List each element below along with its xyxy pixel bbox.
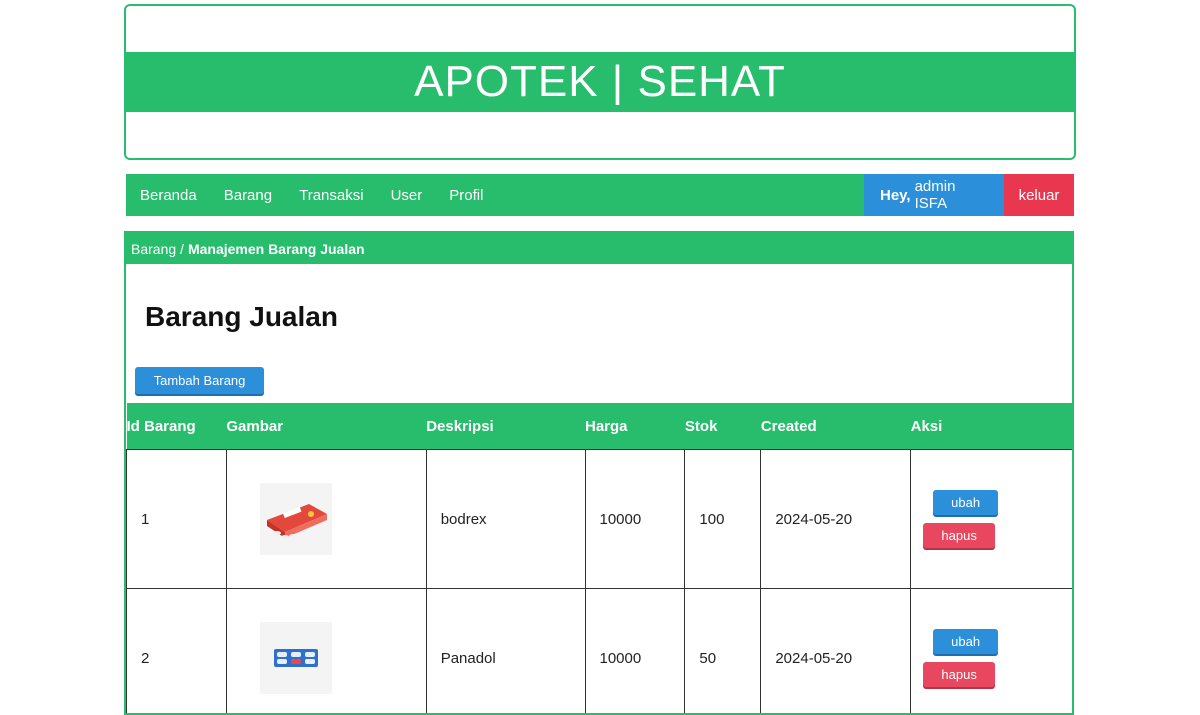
- nav-menu: Beranda Barang Transaksi User Profil: [126, 174, 864, 216]
- header-stok: Stok: [685, 403, 761, 450]
- cell-harga: 10000: [585, 589, 685, 715]
- header-band: APOTEK | SEHAT: [126, 52, 1074, 112]
- logout-button[interactable]: keluar: [1004, 174, 1074, 216]
- nav-item-user[interactable]: User: [391, 187, 423, 204]
- table-row: 2 Panadol 100: [127, 589, 1074, 715]
- header-id: Id Barang: [127, 403, 227, 450]
- edit-button[interactable]: ubah: [933, 629, 998, 654]
- product-image-bodrex: [260, 483, 332, 555]
- user-greeting: Hey, admin ISFA: [864, 174, 1004, 216]
- items-table: Id Barang Gambar Deskripsi Harga Stok Cr…: [126, 403, 1074, 715]
- add-item-button[interactable]: Tambah Barang: [135, 367, 264, 394]
- bodrex-box-icon: [263, 496, 329, 542]
- site-title: APOTEK | SEHAT: [414, 57, 786, 107]
- breadcrumb-parent[interactable]: Barang /: [131, 241, 184, 257]
- cell-stok: 100: [685, 450, 761, 589]
- page-title: Barang Jualan: [145, 301, 338, 333]
- header-harga: Harga: [585, 403, 685, 450]
- product-image-panadol: [260, 622, 332, 694]
- greeting-label: Hey,: [880, 187, 911, 204]
- cell-aksi: ubah hapus: [911, 589, 1074, 715]
- cell-created: 2024-05-20: [761, 450, 911, 589]
- edit-button[interactable]: ubah: [933, 490, 998, 515]
- cell-image: [226, 589, 426, 715]
- cell-harga: 10000: [585, 450, 685, 589]
- nav-item-transaksi[interactable]: Transaksi: [299, 187, 363, 204]
- header-deskripsi: Deskripsi: [426, 403, 585, 450]
- content-panel: Barang / Manajemen Barang Jualan Barang …: [124, 231, 1074, 715]
- breadcrumb: Barang / Manajemen Barang Jualan: [126, 233, 1072, 264]
- cell-image: [226, 450, 426, 589]
- header-box: APOTEK | SEHAT: [124, 4, 1076, 160]
- cell-created: 2024-05-20: [761, 589, 911, 715]
- nav-item-barang[interactable]: Barang: [224, 187, 272, 204]
- cell-desc: bodrex: [426, 450, 585, 589]
- delete-button[interactable]: hapus: [923, 523, 995, 548]
- header-gambar: Gambar: [226, 403, 426, 450]
- cell-stok: 50: [685, 589, 761, 715]
- breadcrumb-current: Manajemen Barang Jualan: [188, 241, 365, 257]
- delete-button[interactable]: hapus: [923, 662, 995, 687]
- user-name: admin ISFA: [915, 178, 990, 212]
- navbar: Beranda Barang Transaksi User Profil Hey…: [126, 174, 1074, 216]
- header-aksi: Aksi: [911, 403, 1074, 450]
- cell-aksi: ubah hapus: [911, 450, 1074, 589]
- table-row: 1 bodr: [127, 450, 1074, 589]
- cell-desc: Panadol: [426, 589, 585, 715]
- cell-id: 1: [127, 450, 227, 589]
- panadol-strip-icon: [272, 646, 320, 670]
- table-header-row: Id Barang Gambar Deskripsi Harga Stok Cr…: [127, 403, 1074, 450]
- cell-id: 2: [127, 589, 227, 715]
- nav-item-beranda[interactable]: Beranda: [140, 187, 197, 204]
- header-created: Created: [761, 403, 911, 450]
- nav-item-profil[interactable]: Profil: [449, 187, 483, 204]
